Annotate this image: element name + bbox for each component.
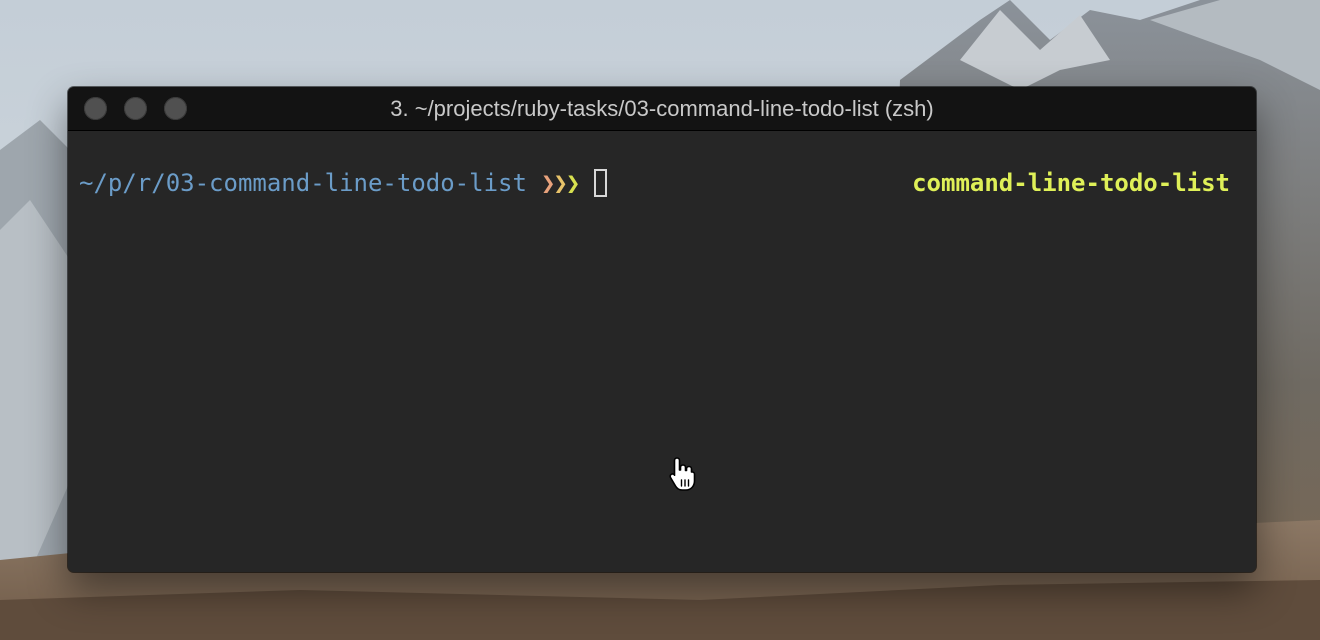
window-title: 3. ~/projects/ruby-tasks/03-command-line… [390, 96, 934, 121]
prompt-arrow-3: ❯ [565, 169, 581, 197]
hand-pointer-icon [668, 456, 698, 492]
prompt-arrow-2: ❯ [553, 169, 568, 197]
text-cursor [594, 169, 608, 197]
current-directory: ~/p/r/03-command-line-todo-list [79, 169, 527, 197]
prompt-arrows: ❯❯❯ [540, 169, 581, 197]
shell-prompt-line: ~/p/r/03-command-line-todo-list ❯❯❯ [79, 169, 608, 197]
prompt-arrow-1: ❯ [540, 169, 556, 197]
terminal-window: 3. ~/projects/ruby-tasks/03-command-line… [68, 87, 1256, 572]
right-prompt-git-branch: command-line-todo-list [912, 169, 1230, 197]
terminal-content-area[interactable]: ~/p/r/03-command-line-todo-list ❯❯❯ comm… [68, 131, 1256, 572]
window-titlebar[interactable]: 3. ~/projects/ruby-tasks/03-command-line… [68, 87, 1256, 131]
